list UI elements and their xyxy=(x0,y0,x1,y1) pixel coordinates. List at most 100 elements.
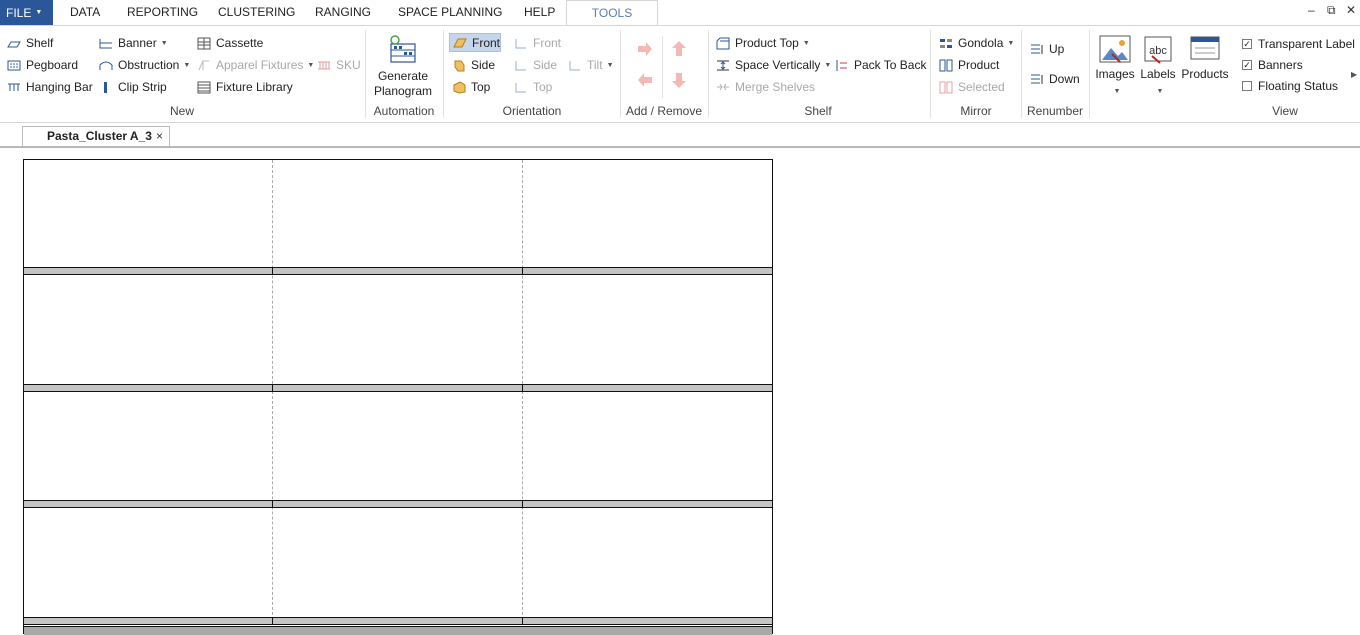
add-right-arrow-icon[interactable] xyxy=(636,41,654,57)
shelf-button[interactable]: Shelf xyxy=(7,34,53,52)
top-orientation-icon xyxy=(453,80,466,94)
shelf[interactable] xyxy=(24,617,772,625)
ribbon-scroll-right-icon[interactable]: ▶ xyxy=(1351,70,1357,79)
group-separator xyxy=(365,30,366,118)
space-vertically-label: Space Vertically xyxy=(735,58,821,72)
bay-divider xyxy=(522,160,523,635)
base-deck xyxy=(24,626,772,635)
add-up-arrow-icon[interactable] xyxy=(671,40,687,58)
floating-status-checkbox[interactable]: Floating Status xyxy=(1242,77,1338,95)
menu-help[interactable]: HELP xyxy=(524,0,555,25)
obstruction-label: Obstruction xyxy=(118,58,180,72)
shelf-joint xyxy=(272,617,273,625)
sku-icon xyxy=(318,61,330,69)
group-label-shelf: Shelf xyxy=(804,104,832,118)
group-label-renumber: Renumber xyxy=(1026,104,1084,118)
generate-planogram-button[interactable]: Generate Planogram xyxy=(370,34,436,99)
menu-reporting[interactable]: REPORTING xyxy=(127,0,198,25)
merge-shelves-icon xyxy=(717,83,729,90)
hanging-bar-label: Hanging Bar xyxy=(26,80,93,94)
products-button[interactable]: Products xyxy=(1180,34,1230,82)
gondola-fixture[interactable] xyxy=(23,159,773,635)
orientation-side-button[interactable]: Side xyxy=(452,56,495,74)
remove-down-arrow-icon[interactable] xyxy=(671,71,687,89)
space-vertically-button[interactable]: Space Vertically ▼ xyxy=(716,56,831,74)
transparent-label-text: Transparent Label xyxy=(1258,37,1355,51)
renumber-down-button[interactable]: Down xyxy=(1030,70,1080,88)
orientation-top-button[interactable]: Top xyxy=(452,78,490,96)
tilt-label: Tilt xyxy=(587,58,603,72)
bay-divider xyxy=(272,160,273,635)
mirror-product-button[interactable]: Product xyxy=(939,56,999,74)
orientation-front2-button[interactable]: Front xyxy=(514,34,561,52)
add-remove-inner-separator xyxy=(662,36,663,98)
menu-data[interactable]: DATA xyxy=(70,0,100,25)
obstruction-button[interactable]: Obstruction ▼ xyxy=(99,56,190,74)
orientation-top2-button[interactable]: Top xyxy=(514,78,552,96)
top-label: Top xyxy=(471,80,491,94)
group-label-orientation: Orientation xyxy=(502,104,562,118)
clip-strip-icon xyxy=(104,81,107,93)
planogram-canvas[interactable] xyxy=(0,148,1360,635)
menu-ranging[interactable]: RANGING xyxy=(315,0,371,25)
clip-strip-button[interactable]: Clip Strip xyxy=(99,78,167,96)
shelf[interactable] xyxy=(24,267,772,275)
group-separator xyxy=(620,30,621,118)
restore-icon[interactable]: ⧉ xyxy=(1327,3,1336,18)
chevron-down-icon: ▼ xyxy=(183,61,191,69)
chevron-down-icon: ▼ xyxy=(160,39,168,47)
group-label-automation: Automation xyxy=(373,104,435,118)
renumber-down-icon xyxy=(1031,74,1043,84)
shelf[interactable] xyxy=(24,500,772,508)
document-tab[interactable]: Pasta_Cluster A_3 × xyxy=(22,126,170,146)
front-rotate-icon xyxy=(515,38,526,48)
group-separator xyxy=(930,30,931,118)
tab-tools[interactable]: TOOLS xyxy=(566,0,658,26)
fixture-library-button[interactable]: Fixture Library xyxy=(197,78,293,96)
shelf[interactable] xyxy=(24,384,772,392)
file-label: FILE xyxy=(6,5,32,20)
pack-to-back-label: Pack To Back xyxy=(854,58,927,72)
side2-label: Side xyxy=(533,58,558,72)
shelf-joint xyxy=(522,384,523,392)
pack-to-back-button[interactable]: Pack To Back xyxy=(835,56,926,74)
cassette-icon xyxy=(197,37,211,49)
images-button[interactable]: Images ▼ xyxy=(1094,34,1136,99)
group-label-add-remove: Add / Remove xyxy=(625,104,703,118)
hanging-bar-button[interactable]: Hanging Bar xyxy=(7,78,93,96)
orientation-side2-button[interactable]: Side xyxy=(514,56,557,74)
sku-button[interactable]: SKU xyxy=(317,56,361,74)
file-menu[interactable]: FILE ▼ xyxy=(0,0,53,25)
top2-label: Top xyxy=(533,80,553,94)
shelf-icon xyxy=(7,41,21,47)
renumber-up-button[interactable]: Up xyxy=(1030,40,1064,58)
products-label: Products xyxy=(1181,67,1229,81)
front-label: Front xyxy=(472,35,501,50)
remove-left-arrow-icon[interactable] xyxy=(636,72,654,88)
menu-clustering[interactable]: CLUSTERING xyxy=(218,0,295,25)
merge-shelves-label: Merge Shelves xyxy=(735,80,816,94)
front2-label: Front xyxy=(533,36,562,50)
banners-checkbox[interactable]: ✓ Banners xyxy=(1242,56,1303,74)
mirror-selected-button[interactable]: Selected xyxy=(939,78,1005,96)
cassette-button[interactable]: Cassette xyxy=(197,34,263,52)
shelf-joint xyxy=(522,617,523,625)
apparel-fixtures-button[interactable]: Apparel Fixtures ▼ xyxy=(197,56,314,74)
close-icon[interactable]: ✕ xyxy=(1346,3,1356,17)
orientation-front-button[interactable]: Front xyxy=(449,33,501,52)
menu-space-planning[interactable]: SPACE PLANNING xyxy=(398,0,502,25)
banner-button[interactable]: Banner ▼ xyxy=(99,34,168,52)
merge-shelves-button[interactable]: Merge Shelves xyxy=(716,78,815,96)
tilt-button[interactable]: Tilt ▼ xyxy=(568,56,614,74)
close-tab-icon[interactable]: × xyxy=(156,127,163,146)
transparent-label-checkbox[interactable]: ✓ Transparent Label xyxy=(1242,35,1355,53)
pegboard-button[interactable]: Pegboard xyxy=(7,56,78,74)
labels-button[interactable]: abc Labels ▼ xyxy=(1138,34,1178,99)
side-orientation-icon xyxy=(454,60,465,71)
shelf-label: Shelf xyxy=(26,36,54,50)
product-top-button[interactable]: Product Top ▼ xyxy=(716,34,810,52)
down-label: Down xyxy=(1049,72,1080,86)
minimize-icon[interactable]: – xyxy=(1308,3,1315,17)
mirror-gondola-button[interactable]: Gondola ▼ xyxy=(939,34,1014,52)
up-label: Up xyxy=(1049,42,1065,56)
